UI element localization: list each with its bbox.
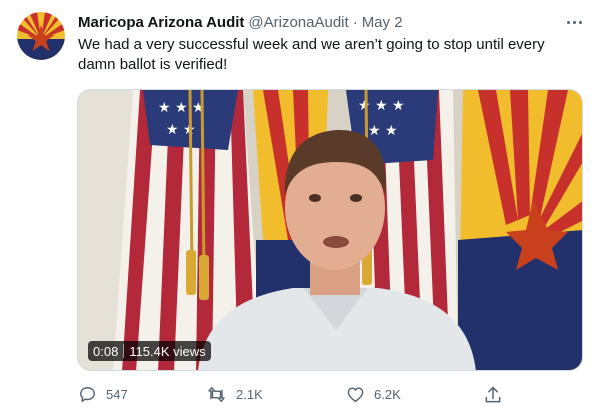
retweet-icon — [208, 386, 225, 402]
like-count: 6.2K — [374, 386, 401, 402]
svg-text:★ ★ ★: ★ ★ ★ — [158, 100, 205, 116]
retweet-count: 2.1K — [236, 386, 263, 402]
tweet-actions: 547 2.1K 6.2K — [78, 384, 508, 404]
reply-icon — [80, 386, 95, 402]
arizona-flag-avatar-icon — [17, 12, 65, 60]
share-icon — [485, 386, 501, 403]
separator-dot: · — [352, 13, 358, 31]
display-name[interactable]: Maricopa Arizona Audit — [78, 14, 244, 31]
badge-divider — [123, 344, 125, 358]
retweet-button[interactable]: 2.1K — [206, 384, 263, 404]
video-player[interactable]: ★ ★ ★ ★ ★ ★ ★ ★ ★ ★ 0:08 115.4K views — [77, 89, 583, 371]
tweet-header: Maricopa Arizona Audit @ArizonaAudit · M… — [78, 12, 403, 32]
avatar[interactable] — [17, 12, 65, 60]
video-views: 115.4K views — [129, 343, 206, 359]
tweet-card[interactable]: Maricopa Arizona Audit @ArizonaAudit · M… — [0, 0, 598, 417]
handle[interactable]: @ArizonaAudit — [248, 14, 348, 31]
video-duration: 0:08 — [93, 343, 119, 359]
video-thumbnail: ★ ★ ★ ★ ★ ★ ★ ★ ★ ★ — [78, 90, 582, 370]
video-stats-badge: 0:08 115.4K views — [88, 341, 211, 361]
reply-button[interactable]: 547 — [78, 384, 128, 404]
arizona-flag-right — [458, 90, 582, 370]
more-icon[interactable] — [562, 12, 586, 32]
tweet-text: We had a very successful week and we are… — [78, 36, 545, 73]
like-icon — [347, 386, 364, 402]
reply-count: 547 — [106, 386, 128, 402]
tweet-date[interactable]: May 2 — [362, 14, 403, 31]
like-button[interactable]: 6.2K — [346, 384, 401, 404]
svg-text:★ ★: ★ ★ — [368, 123, 398, 139]
share-button[interactable] — [483, 385, 503, 405]
